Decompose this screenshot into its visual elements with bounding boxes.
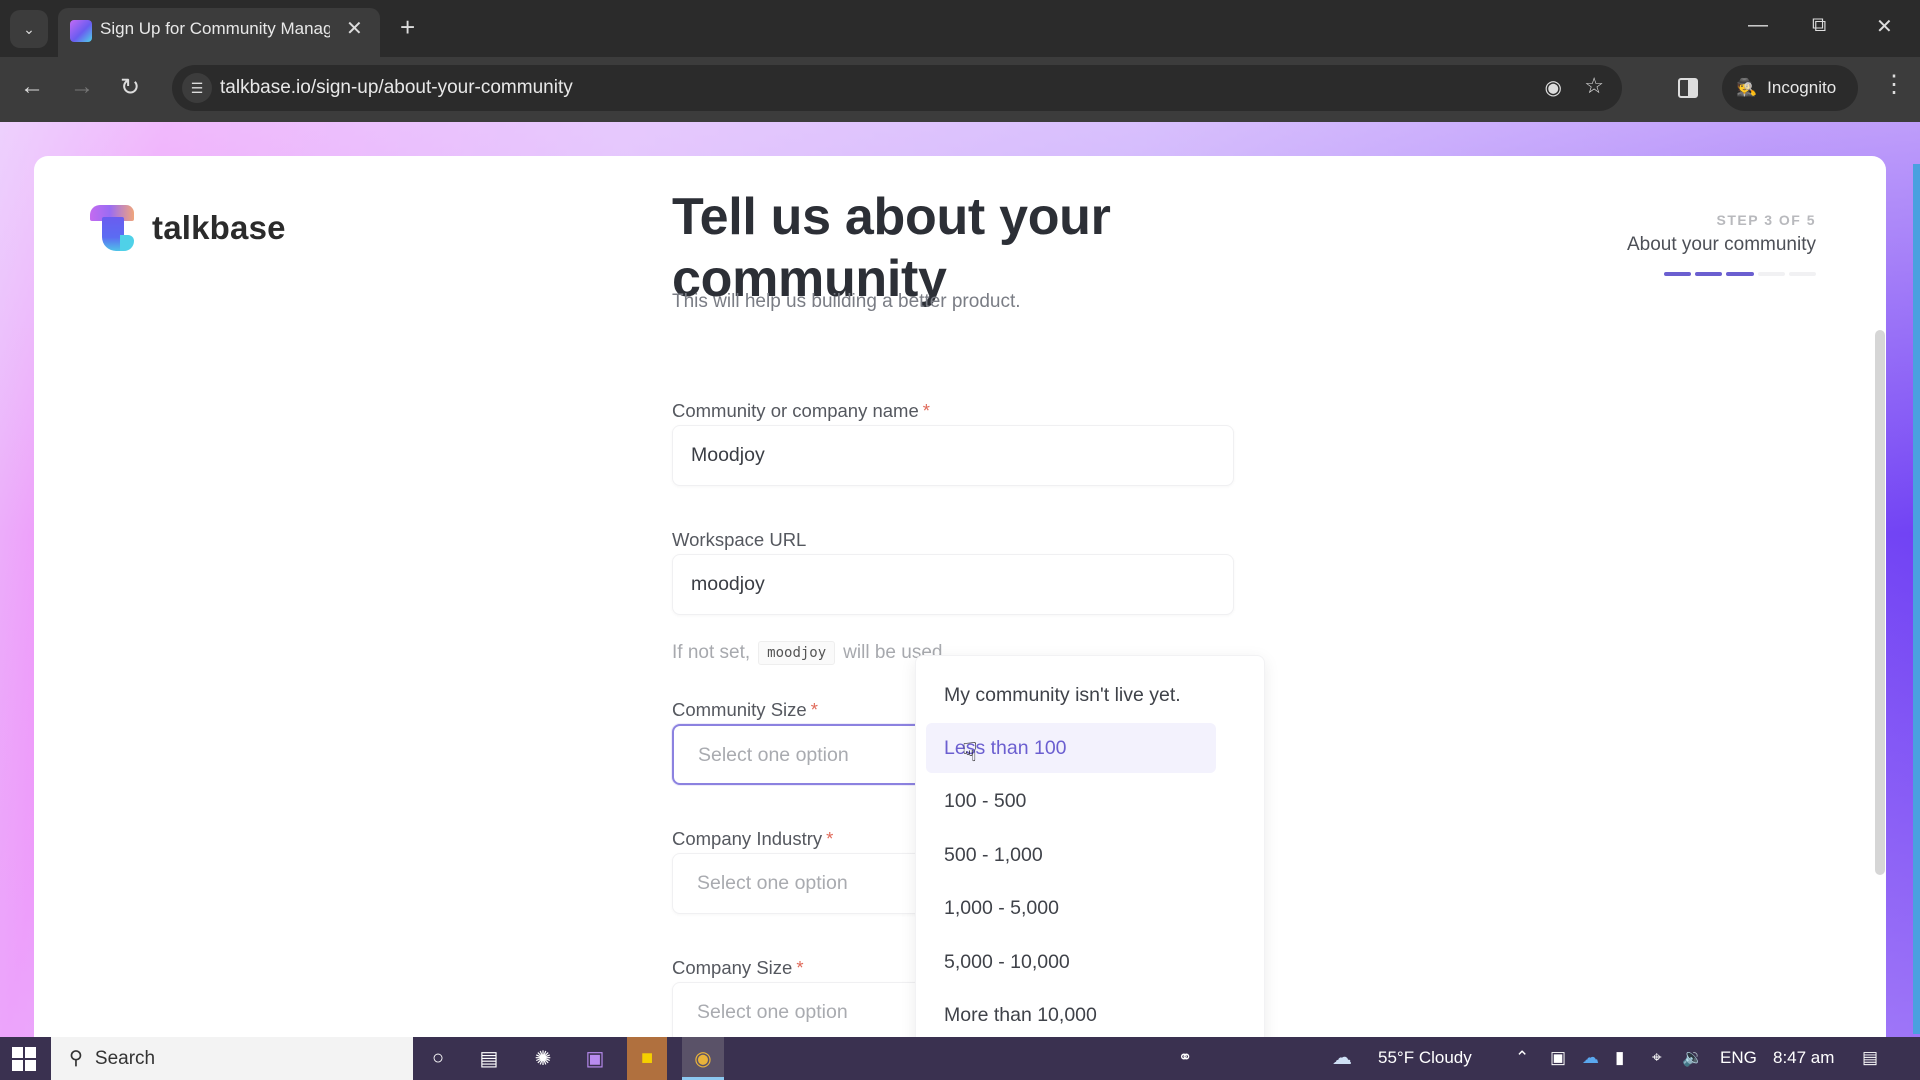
volume-icon[interactable]: 🔉 <box>1682 1048 1703 1068</box>
forward-icon[interactable]: → <box>70 73 94 101</box>
community-size-label: Community Size * <box>672 699 818 720</box>
address-bar[interactable]: ☰ talkbase.io/sign-up/about-your-communi… <box>172 65 1622 111</box>
page-subtitle: This will help us building a better prod… <box>672 291 1021 312</box>
eye-off-icon[interactable]: ◉ <box>1545 75 1562 100</box>
signup-card: talkbase Tell us about your community Th… <box>34 156 1886 1037</box>
back-icon[interactable]: ← <box>20 73 44 101</box>
incognito-label: Incognito <box>1767 78 1837 97</box>
windows-taskbar: ⚲ Search ○ ▤ ✺ ▣ ■ ◉ ⚭ ☁ 55°F Cloudy ⌃ ▣… <box>0 1037 1920 1080</box>
cloudy-weather-icon[interactable]: ☁ <box>1332 1045 1352 1070</box>
battery-icon[interactable]: ▮ <box>1615 1048 1624 1068</box>
community-name-label: Community or company name * <box>672 400 930 421</box>
incognito-icon: 🕵 <box>1736 78 1758 97</box>
workspace-url-value: moodjoy <box>691 573 765 595</box>
step-segment-2 <box>1695 272 1723 276</box>
people-icon[interactable]: ⚭ <box>1178 1048 1192 1068</box>
community-size-option[interactable]: 5,000 - 10,000 <box>926 937 1216 987</box>
chrome-icon[interactable]: ◉ <box>690 1045 716 1071</box>
company-size-placeholder: Select one option <box>697 1001 848 1023</box>
step-progress-bar <box>1664 272 1817 276</box>
onedrive-icon[interactable]: ☁ <box>1582 1048 1599 1068</box>
tab-search-button[interactable]: ⌄ <box>10 10 48 48</box>
reload-icon[interactable]: ↻ <box>120 73 140 102</box>
talkbase-favicon-icon <box>70 20 92 42</box>
community-size-option[interactable]: 500 - 1,000 <box>926 830 1216 880</box>
community-size-dropdown: My community isn't live yet. Less than 1… <box>915 655 1265 1037</box>
restore-button[interactable]: ⧉ <box>1812 14 1826 37</box>
workspace-url-hint: If not set, moodjoy will be used. <box>672 641 948 665</box>
workspace-url-input[interactable]: moodjoy <box>672 554 1234 615</box>
workspace-url-default-code: moodjoy <box>758 641 836 665</box>
step-segment-4 <box>1757 272 1785 276</box>
community-name-value: Moodjoy <box>691 444 765 466</box>
language-indicator[interactable]: ENG <box>1720 1048 1757 1068</box>
required-mark: * <box>922 400 930 421</box>
browser-tab-bar: ⌄ Sign Up for Community Manag ✕ + — ⧉ ✕ <box>0 0 1920 57</box>
site-info-icon[interactable]: ☰ <box>182 73 212 103</box>
notifications-icon[interactable]: ▤ <box>1862 1048 1878 1068</box>
cortana-icon[interactable]: ○ <box>425 1045 451 1071</box>
search-icon: ⚲ <box>69 1048 83 1069</box>
bookmark-star-icon[interactable]: ☆ <box>1584 73 1604 99</box>
browser-menu-icon[interactable]: ⋮ <box>1882 73 1906 97</box>
tab-title: Sign Up for Community Manag <box>100 19 330 38</box>
step-title: About your community <box>1626 234 1816 255</box>
video-editor-icon[interactable]: ▣ <box>582 1045 608 1071</box>
step-segment-5 <box>1788 272 1817 276</box>
browser-toolbar: ← → ↻ ☰ talkbase.io/sign-up/about-your-c… <box>0 57 1920 122</box>
meet-now-icon[interactable]: ▣ <box>1550 1048 1566 1068</box>
incognito-profile-button[interactable]: 🕵 Incognito <box>1722 65 1858 111</box>
community-name-input[interactable]: Moodjoy <box>672 425 1234 486</box>
company-size-label: Company Size * <box>672 957 804 978</box>
community-size-placeholder: Select one option <box>698 744 849 766</box>
brand-name: talkbase <box>152 209 286 246</box>
wifi-icon[interactable]: ⌖ <box>1652 1048 1662 1068</box>
community-size-option[interactable]: More than 10,000 <box>926 990 1216 1037</box>
step-segment-1 <box>1664 272 1692 276</box>
side-panel-icon[interactable] <box>1678 78 1698 98</box>
close-window-button[interactable]: ✕ <box>1876 14 1893 39</box>
required-mark: * <box>796 957 804 978</box>
taskbar-search-box[interactable]: ⚲ Search <box>51 1037 413 1080</box>
workspace-url-label: Workspace URL <box>672 529 807 550</box>
windows-start-icon[interactable] <box>12 1047 36 1071</box>
taskbar-search-label: Search <box>94 1047 156 1069</box>
talkbase-logo-icon <box>90 205 134 251</box>
step-counter: STEP 3 OF 5 <box>1716 212 1816 228</box>
browser-tab[interactable]: Sign Up for Community Manag ✕ <box>58 8 380 57</box>
weather-text[interactable]: 55°F Cloudy <box>1378 1048 1472 1068</box>
required-mark: * <box>810 699 818 720</box>
hand-pointer-cursor-icon: ☟ <box>962 737 978 767</box>
step-segment-3 <box>1726 272 1754 276</box>
close-tab-icon[interactable]: ✕ <box>346 16 363 41</box>
page-background: talkbase Tell us about your community Th… <box>0 122 1920 1037</box>
community-size-option[interactable]: 1,000 - 5,000 <box>926 883 1216 933</box>
sticky-notes-icon[interactable]: ■ <box>634 1045 660 1071</box>
card-scrollbar[interactable] <box>1875 330 1885 875</box>
minimize-button[interactable]: — <box>1748 14 1768 37</box>
slack-icon[interactable]: ✺ <box>530 1045 556 1071</box>
browser-scrollbar[interactable] <box>1913 164 1920 1034</box>
url-text[interactable]: talkbase.io/sign-up/about-your-community <box>220 77 573 99</box>
company-industry-placeholder: Select one option <box>697 872 848 894</box>
show-hidden-icons-chevron-icon[interactable]: ⌃ <box>1515 1048 1529 1068</box>
required-mark: * <box>826 828 834 849</box>
company-industry-label: Company Industry * <box>672 828 834 849</box>
chevron-down-icon: ⌄ <box>23 20 35 37</box>
community-size-option[interactable]: My community isn't live yet. <box>926 670 1216 720</box>
new-tab-button[interactable]: + <box>400 12 415 43</box>
clock[interactable]: 8:47 am <box>1773 1048 1834 1068</box>
task-view-icon[interactable]: ▤ <box>476 1045 502 1071</box>
community-size-option[interactable]: 100 - 500 <box>926 776 1216 826</box>
